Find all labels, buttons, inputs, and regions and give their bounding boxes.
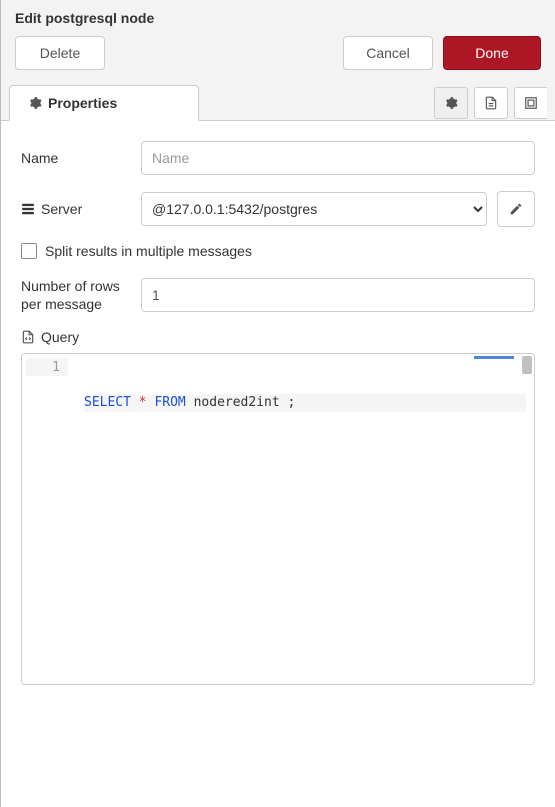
split-label: Split results in multiple messages bbox=[45, 243, 252, 259]
server-icon bbox=[21, 203, 35, 215]
line-number: 1 bbox=[26, 358, 68, 376]
rows-row: Number of rows per message bbox=[21, 277, 535, 313]
document-icon bbox=[484, 96, 498, 110]
tab-properties[interactable]: Properties bbox=[9, 85, 199, 121]
gear-icon bbox=[444, 96, 458, 110]
query-icon bbox=[21, 330, 35, 344]
form-content: Name Server @127.0.0.1:5432/postgres bbox=[1, 121, 555, 807]
rows-label: Number of rows per message bbox=[21, 277, 131, 313]
server-row: Server @127.0.0.1:5432/postgres bbox=[21, 191, 535, 227]
description-icon-button[interactable] bbox=[474, 87, 508, 119]
panel-title: Edit postgresql node bbox=[1, 0, 555, 36]
name-input[interactable] bbox=[141, 141, 535, 175]
edit-server-button[interactable] bbox=[497, 191, 535, 227]
token-table: nodered2int bbox=[194, 394, 280, 412]
cancel-button[interactable]: Cancel bbox=[343, 36, 433, 70]
editor-annotation-decoration bbox=[474, 356, 514, 359]
code-line-1[interactable]: SELECT * FROM nodered2int ; bbox=[84, 394, 526, 412]
query-label: Query bbox=[41, 329, 79, 345]
query-editor[interactable]: 1 SELECT * FROM nodered2int ; bbox=[21, 353, 535, 685]
server-label-text: Server bbox=[41, 201, 82, 217]
token-from: FROM bbox=[154, 394, 185, 412]
token-select: SELECT bbox=[84, 394, 131, 412]
rows-input[interactable] bbox=[141, 278, 535, 312]
editor-gutter: 1 bbox=[22, 354, 76, 684]
split-checkbox[interactable] bbox=[21, 243, 37, 259]
editor-body[interactable]: SELECT * FROM nodered2int ; bbox=[76, 354, 534, 684]
delete-button[interactable]: Delete bbox=[15, 36, 105, 70]
name-label: Name bbox=[21, 150, 131, 166]
gear-icon bbox=[28, 96, 42, 110]
query-label-row: Query bbox=[21, 329, 535, 345]
appearance-icon-button[interactable] bbox=[514, 87, 547, 119]
done-button[interactable]: Done bbox=[443, 36, 541, 70]
split-row: Split results in multiple messages bbox=[21, 243, 535, 259]
server-label: Server bbox=[21, 201, 131, 217]
editor-scrollbar[interactable] bbox=[522, 356, 532, 374]
name-row: Name bbox=[21, 141, 535, 175]
action-bar: Delete Cancel Done bbox=[1, 36, 555, 84]
tab-properties-label: Properties bbox=[48, 95, 117, 111]
settings-icon-button[interactable] bbox=[434, 87, 468, 119]
token-semi: ; bbox=[288, 394, 296, 412]
pencil-icon bbox=[509, 202, 523, 216]
token-star: * bbox=[139, 394, 147, 412]
tab-bar: Properties bbox=[1, 84, 555, 121]
edit-panel: Edit postgresql node Delete Cancel Done … bbox=[0, 0, 555, 807]
server-select[interactable]: @127.0.0.1:5432/postgres bbox=[141, 192, 487, 226]
frame-icon bbox=[524, 96, 538, 110]
